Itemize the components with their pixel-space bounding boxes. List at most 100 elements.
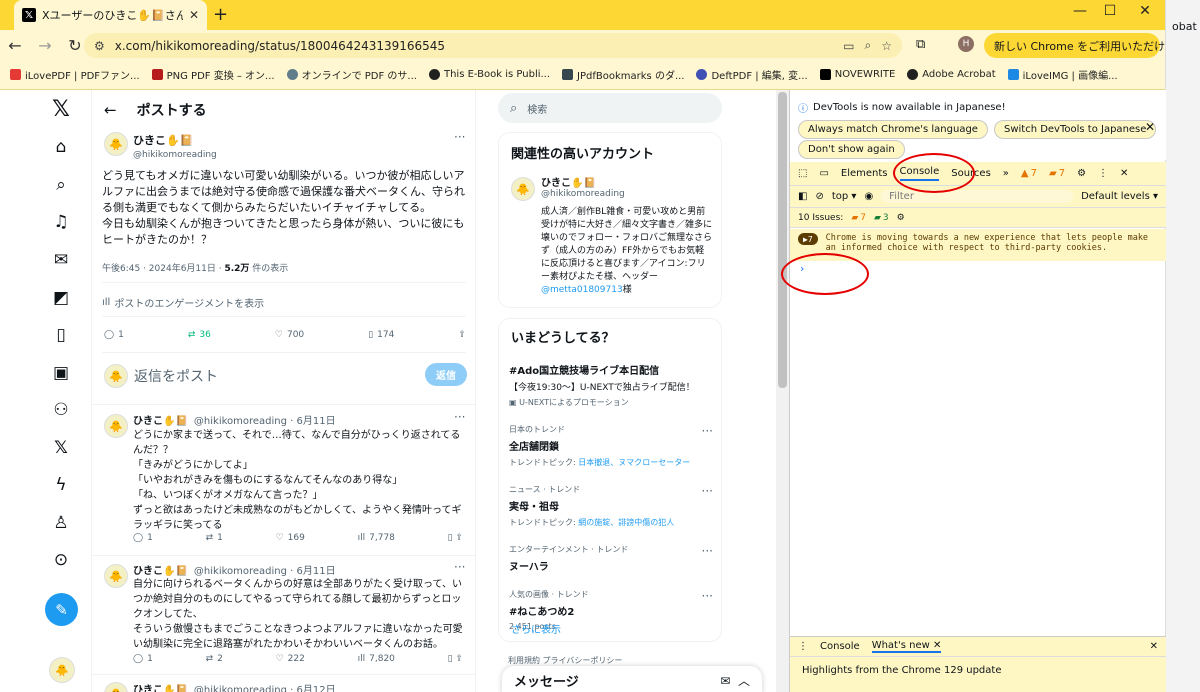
settings-gear-icon[interactable]: ⚙ [1077,168,1086,179]
related-name[interactable]: ひきこ✋📔 [541,174,596,189]
reply-handle[interactable]: @hikikomoreading · 6月11日 [194,562,336,577]
bookmark-item[interactable]: NOVEWRITE [814,69,902,80]
chrome-update-button[interactable]: 新しい Chrome をご利用いただけます ⋮ [984,33,1200,58]
bookmark-item[interactable]: iLovePDF | PDFファン... [4,67,146,82]
jobs-briefcase-icon[interactable]: ▣ [49,363,73,383]
url-text[interactable]: x.com/hikikomoreading/status/18004642431… [115,39,833,53]
trend-item[interactable]: 日本のトレンド 全店舗閉鎖 トレンドトピック: 日本撤退、ヌマクローセーター ·… [509,424,713,468]
author-handle[interactable]: @hikikomoreading [133,150,217,160]
drawer-tab-whats-new[interactable]: What's new ✕ [871,640,942,653]
match-language-button[interactable]: Always match Chrome's language [798,120,988,139]
repost-button[interactable]: ⇄ 1 [206,533,223,543]
device-toggle-icon[interactable]: ▭ [819,168,828,179]
context-select[interactable]: top ▾ [832,191,857,202]
premium-x-icon[interactable]: 𝕏 [49,438,73,458]
forward-icon[interactable]: → [36,36,54,55]
bookmark-item[interactable]: This E-Book is Publi... [423,69,556,80]
banner-close-icon[interactable]: ✕ [1145,120,1155,134]
browser-tab[interactable]: 𝕏 Xユーザーのひきこ✋📔さん:「どう見 ✕ [14,0,207,30]
show-more-link[interactable]: さらに表示 [511,621,561,636]
trend-item[interactable]: #Ado国立競技場ライブ本日配信 【今夜19:30〜】U-NEXTで独占ライブ配… [509,362,713,408]
reply-handle[interactable]: @hikikomoreading · 6月12日 [194,681,336,692]
x-logo-icon[interactable]: 𝕏 [49,97,73,122]
issues-settings-icon[interactable]: ⚙ [897,213,905,223]
author-name[interactable]: ひきこ✋📔 [133,132,217,148]
search-input[interactable]: 検索 [527,101,547,116]
reply-more-icon[interactable]: ··· [454,560,465,574]
tab-close-icon[interactable]: ✕ [189,8,199,22]
search-box[interactable]: ⌕ 検索 [498,93,722,123]
dont-show-button[interactable]: Don't show again [798,140,905,159]
grok-icon[interactable]: ◩ [49,288,73,308]
reply-author[interactable]: ひきこ✋📔 [133,412,188,427]
reply-avatar[interactable]: 🐥 [104,682,128,692]
like-button[interactable]: ♡ 222 [276,654,305,664]
reply-more-icon[interactable]: ··· [454,410,465,424]
bookmark-button[interactable]: ▯ ⇪ [448,533,463,543]
reply-handle[interactable]: @hikikomoreading · 6月11日 [194,412,336,427]
reply-author[interactable]: ひきこ✋📔 [133,562,188,577]
bookmark-item[interactable]: DeftPDF | 編集, 変... [690,67,813,82]
drawer-menu-icon[interactable]: ⋮ [798,641,808,652]
profile-icon[interactable]: ♙ [49,513,73,533]
message-badge[interactable]: ▰ 7 [1049,168,1065,179]
bookmarks-icon[interactable]: ▯ [49,325,73,345]
drawer-close-icon[interactable]: ✕ [1150,641,1158,652]
footer-links[interactable]: 利用規約 プライバシーポリシー [508,655,622,666]
new-message-icon[interactable]: ✉ [720,674,730,688]
views-button[interactable]: ıll 7,778 [358,533,395,543]
minimize-icon[interactable]: — [1065,3,1095,19]
engagement-link[interactable]: ıll ポストのエンゲージメントを表示 [102,295,264,310]
switch-japanese-button[interactable]: Switch DevTools to Japanese [993,120,1157,139]
message-count-badge[interactable]: ▶ 7 [798,233,818,245]
maximize-icon[interactable]: ☐ [1095,3,1125,19]
trend-more-icon[interactable]: ··· [702,589,713,603]
bookmark-item[interactable]: iLoveIMG | 画像編... [1002,67,1124,82]
reply-input[interactable]: 返信をポスト [134,366,218,386]
drawer-tab-console[interactable]: Console [820,641,860,652]
views-button[interactable]: ıll 7,820 [358,654,395,664]
console-filter-input[interactable]: Filter [881,190,1074,203]
trend-item[interactable]: エンターテインメント · トレンド ヌーハラ ··· [509,544,713,573]
trend-item[interactable]: ニュース · トレンド 実母・祖母 トレンドトピック: 網の施錠、誹謗中傷の犯人… [509,484,713,528]
sidebar-toggle-icon[interactable]: ◧ [798,191,807,202]
notifications-bell-icon[interactable]: ♫ [49,212,73,232]
reply-author[interactable]: ひきこ✋📔 [133,681,188,692]
expand-chevron-icon[interactable]: ︿ [738,674,750,688]
clear-console-icon[interactable]: ⊘ [815,191,823,202]
address-bar[interactable]: ⚙ x.com/hikikomoreading/status/180046424… [84,33,902,58]
related-handle[interactable]: @hikikomoreading [541,189,625,199]
author-avatar[interactable]: 🐥 [104,132,128,156]
repost-button[interactable]: ⇄ 36 [188,330,211,340]
bookmark-item[interactable]: JPdfBookmarks のダ... [556,67,690,82]
profile-avatar[interactable]: H [958,36,974,52]
reply-avatar[interactable]: 🐥 [104,414,128,438]
like-button[interactable]: ♡ 169 [276,533,305,543]
post-more-icon[interactable]: ··· [454,130,465,144]
trend-more-icon[interactable]: ··· [702,424,713,438]
reply-avatar[interactable]: 🐥 [104,564,128,588]
related-avatar[interactable]: 🐥 [511,177,535,201]
repost-button[interactable]: ⇄ 2 [206,654,223,664]
like-button[interactable]: ♡ 700 [275,330,304,340]
communities-icon[interactable]: ⚇ [49,400,73,420]
zoom-icon[interactable]: ⌕ [865,38,872,53]
messages-drawer[interactable]: メッセージ ✉ ︿ [502,666,762,692]
trend-more-icon[interactable]: ··· [702,544,713,558]
extensions-icon[interactable]: ⧉ [916,37,925,52]
warning-badge[interactable]: ▲ 7 [1021,168,1037,179]
bookmark-button[interactable]: ▯ 174 [368,330,394,340]
new-tab-button[interactable]: + [213,4,228,25]
trend-more-icon[interactable]: ··· [702,484,713,498]
bookmark-item[interactable]: PNG PDF 変換 – オン... [146,67,281,82]
cast-icon[interactable]: ▭ [843,39,854,53]
scrollbar-thumb[interactable] [778,92,787,388]
levels-select[interactable]: Default levels ▾ [1081,191,1158,202]
bookmark-item[interactable]: Adobe Acrobat [901,69,1001,80]
compose-post-icon[interactable]: ✎ [45,593,78,626]
devtools-close-icon[interactable]: ✕ [1120,168,1128,179]
reply-button[interactable]: ◯ 1 [104,330,124,340]
inspect-icon[interactable]: ⬚ [798,168,807,179]
share-button[interactable]: ⇪ [458,330,466,340]
reply-button[interactable]: ◯ 1 [133,533,153,543]
